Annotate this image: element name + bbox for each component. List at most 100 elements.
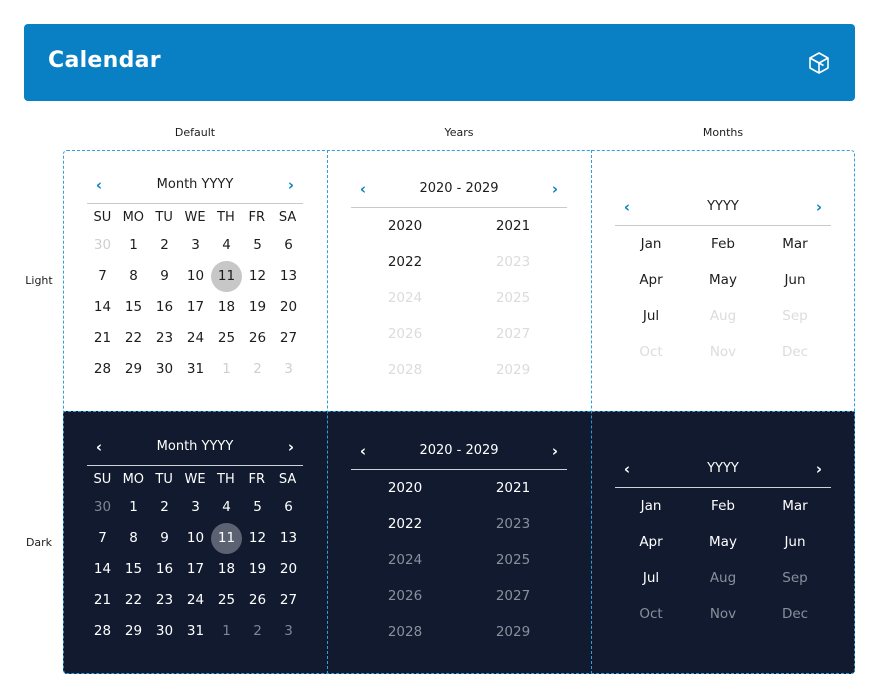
- day-cell[interactable]: 31: [180, 616, 211, 647]
- year-cell[interactable]: 2029: [459, 614, 567, 650]
- year-cell[interactable]: 2026: [351, 578, 459, 614]
- year-cell[interactable]: 2020: [351, 470, 459, 506]
- day-cell[interactable]: 13: [273, 523, 304, 554]
- year-cell[interactable]: 2024: [351, 280, 459, 316]
- month-cell[interactable]: Apr: [615, 524, 687, 560]
- day-cell[interactable]: 24: [180, 323, 211, 354]
- month-cell[interactable]: Aug: [687, 298, 759, 334]
- next-chevron-icon[interactable]: ›: [281, 438, 301, 458]
- day-cell[interactable]: 14: [87, 554, 118, 585]
- next-chevron-icon[interactable]: ›: [545, 442, 565, 462]
- month-cell[interactable]: Nov: [687, 334, 759, 370]
- day-cell[interactable]: 3: [273, 354, 304, 385]
- calendar-title[interactable]: 2020 - 2029: [351, 443, 567, 458]
- month-cell[interactable]: Jan: [615, 488, 687, 524]
- day-cell[interactable]: 27: [273, 585, 304, 616]
- day-cell[interactable]: 22: [118, 585, 149, 616]
- month-cell[interactable]: Dec: [759, 334, 831, 370]
- day-cell[interactable]: 29: [118, 616, 149, 647]
- calendar-title[interactable]: YYYY: [615, 199, 831, 214]
- day-cell[interactable]: 30: [149, 616, 180, 647]
- day-cell[interactable]: 23: [149, 585, 180, 616]
- day-cell[interactable]: 16: [149, 292, 180, 323]
- month-cell[interactable]: Jun: [759, 524, 831, 560]
- year-cell[interactable]: 2025: [459, 280, 567, 316]
- day-cell[interactable]: 31: [180, 354, 211, 385]
- day-cell[interactable]: 30: [149, 354, 180, 385]
- selected-day-cell[interactable]: 11: [211, 523, 242, 554]
- year-cell[interactable]: 2024: [351, 542, 459, 578]
- day-cell[interactable]: 20: [273, 554, 304, 585]
- month-cell[interactable]: Feb: [687, 226, 759, 262]
- day-cell[interactable]: 15: [118, 554, 149, 585]
- day-cell[interactable]: 6: [273, 230, 304, 261]
- day-cell[interactable]: 25: [211, 585, 242, 616]
- day-cell[interactable]: 18: [211, 292, 242, 323]
- day-cell[interactable]: 18: [211, 554, 242, 585]
- month-cell[interactable]: Apr: [615, 262, 687, 298]
- day-cell[interactable]: 23: [149, 323, 180, 354]
- day-cell[interactable]: 24: [180, 585, 211, 616]
- month-cell[interactable]: Mar: [759, 488, 831, 524]
- day-cell[interactable]: 25: [211, 323, 242, 354]
- month-cell[interactable]: Feb: [687, 488, 759, 524]
- day-cell[interactable]: 21: [87, 585, 118, 616]
- month-cell[interactable]: May: [687, 524, 759, 560]
- day-cell[interactable]: 7: [87, 523, 118, 554]
- month-cell[interactable]: Sep: [759, 560, 831, 596]
- year-cell[interactable]: 2027: [459, 578, 567, 614]
- day-cell[interactable]: 7: [87, 261, 118, 292]
- next-chevron-icon[interactable]: ›: [545, 180, 565, 200]
- day-cell[interactable]: 8: [118, 261, 149, 292]
- month-cell[interactable]: Aug: [687, 560, 759, 596]
- day-cell[interactable]: 16: [149, 554, 180, 585]
- day-cell[interactable]: 21: [87, 323, 118, 354]
- day-cell[interactable]: 2: [242, 354, 273, 385]
- month-cell[interactable]: Nov: [687, 596, 759, 632]
- year-cell[interactable]: 2028: [351, 352, 459, 388]
- day-cell[interactable]: 17: [180, 292, 211, 323]
- day-cell[interactable]: 17: [180, 554, 211, 585]
- day-cell[interactable]: 2: [242, 616, 273, 647]
- day-cell[interactable]: 10: [180, 523, 211, 554]
- day-cell[interactable]: 13: [273, 261, 304, 292]
- year-cell[interactable]: 2027: [459, 316, 567, 352]
- month-cell[interactable]: Oct: [615, 596, 687, 632]
- selected-day-cell[interactable]: 11: [211, 261, 242, 292]
- year-cell[interactable]: 2026: [351, 316, 459, 352]
- month-cell[interactable]: Dec: [759, 596, 831, 632]
- year-cell[interactable]: 2021: [459, 208, 567, 244]
- calendar-title[interactable]: Month YYYY: [87, 177, 303, 192]
- day-cell[interactable]: 4: [211, 492, 242, 523]
- year-cell[interactable]: 2022: [351, 244, 459, 280]
- day-cell[interactable]: 2: [149, 492, 180, 523]
- day-cell[interactable]: 20: [273, 292, 304, 323]
- day-cell[interactable]: 9: [149, 261, 180, 292]
- day-cell[interactable]: 19: [242, 292, 273, 323]
- year-cell[interactable]: 2020: [351, 208, 459, 244]
- day-cell[interactable]: 3: [273, 616, 304, 647]
- day-cell[interactable]: 3: [180, 230, 211, 261]
- day-cell[interactable]: 30: [87, 492, 118, 523]
- calendar-title[interactable]: 2020 - 2029: [351, 181, 567, 196]
- day-cell[interactable]: 5: [242, 230, 273, 261]
- day-cell[interactable]: 27: [273, 323, 304, 354]
- day-cell[interactable]: 12: [242, 261, 273, 292]
- day-cell[interactable]: 2: [149, 230, 180, 261]
- day-cell[interactable]: 1: [118, 492, 149, 523]
- day-cell[interactable]: 10: [180, 261, 211, 292]
- day-cell[interactable]: 26: [242, 585, 273, 616]
- day-cell[interactable]: 19: [242, 554, 273, 585]
- month-cell[interactable]: Jan: [615, 226, 687, 262]
- next-chevron-icon[interactable]: ›: [809, 198, 829, 218]
- month-cell[interactable]: Jul: [615, 298, 687, 334]
- year-cell[interactable]: 2023: [459, 244, 567, 280]
- day-cell[interactable]: 15: [118, 292, 149, 323]
- month-cell[interactable]: Mar: [759, 226, 831, 262]
- day-cell[interactable]: 9: [149, 523, 180, 554]
- next-chevron-icon[interactable]: ›: [281, 176, 301, 196]
- day-cell[interactable]: 5: [242, 492, 273, 523]
- year-cell[interactable]: 2023: [459, 506, 567, 542]
- day-cell[interactable]: 3: [180, 492, 211, 523]
- day-cell[interactable]: 12: [242, 523, 273, 554]
